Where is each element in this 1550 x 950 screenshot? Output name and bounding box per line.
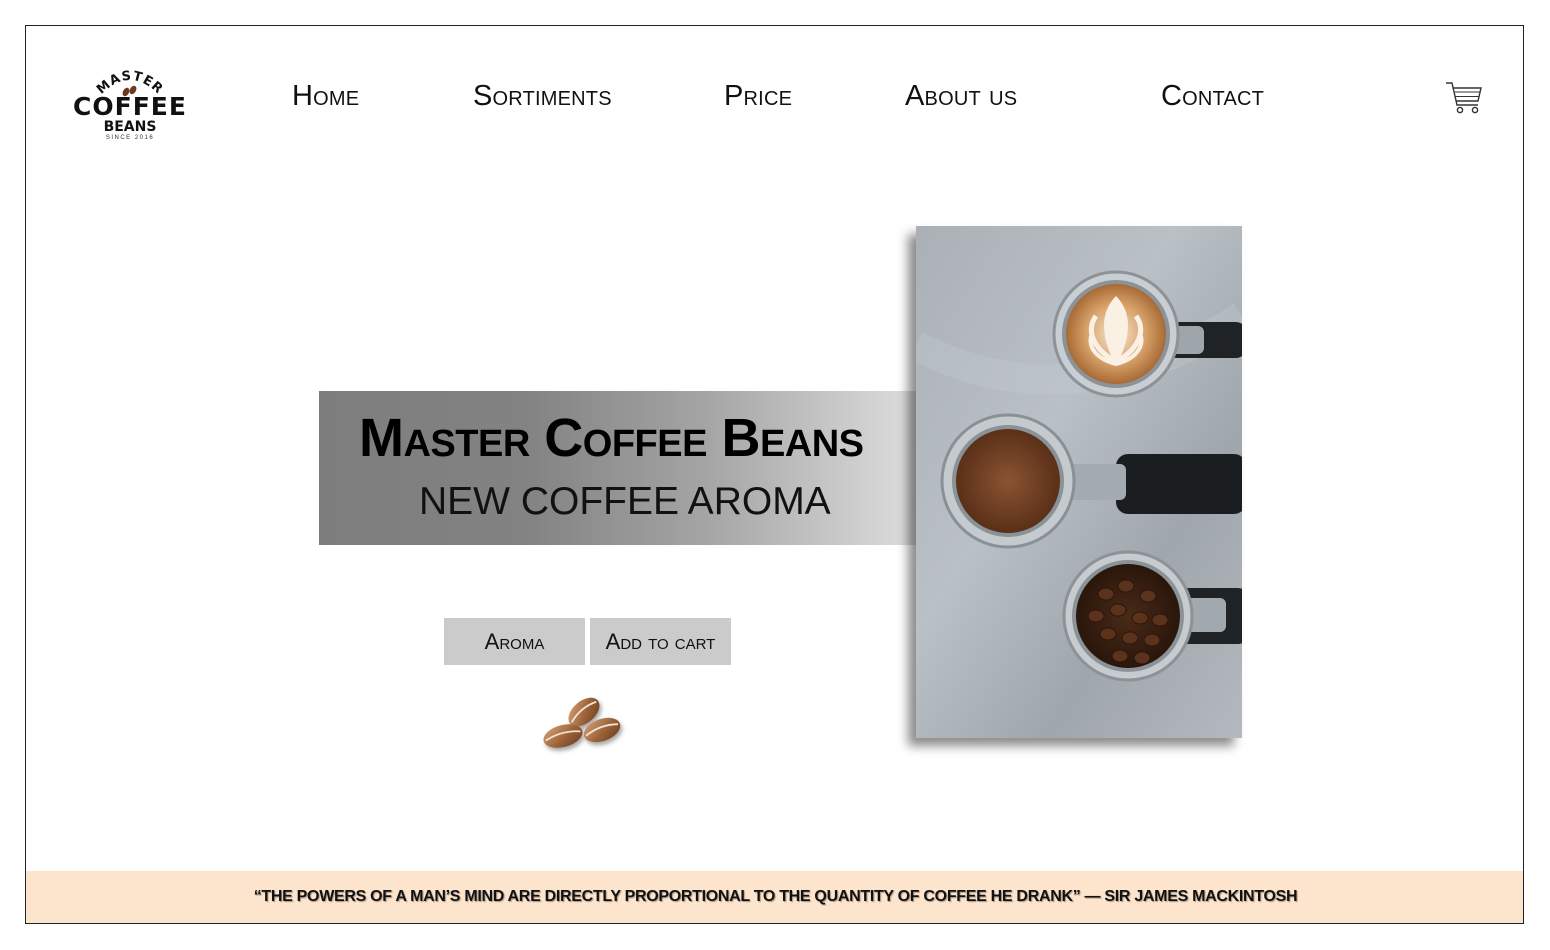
- aroma-button[interactable]: Aroma: [444, 618, 585, 665]
- hero-subtitle: NEW COFFEE AROMA: [419, 480, 831, 523]
- nav-price[interactable]: Price: [724, 79, 792, 113]
- nav-contact[interactable]: Contact: [1161, 79, 1264, 113]
- brand-logo[interactable]: MASTER COFFEE BEANS SINCE 2016: [64, 62, 196, 146]
- hero-banner: Master Coffee Beans NEW COFFEE AROMA: [319, 391, 917, 545]
- page-frame: MASTER COFFEE BEANS SINCE 2016 Home Sort…: [25, 25, 1524, 924]
- logo-sub: BEANS: [103, 119, 157, 135]
- nav-about-us[interactable]: About us: [905, 79, 1017, 113]
- nav-sortiments[interactable]: Sortiments: [473, 79, 612, 113]
- coffee-beans-icon: [543, 697, 621, 748]
- footer-quote-bar: “THE POWERS OF A MAN’S MIND ARE DIRECTLY…: [26, 871, 1523, 923]
- nav-home[interactable]: Home: [292, 79, 359, 113]
- footer-quote: “THE POWERS OF A MAN’S MIND ARE DIRECTLY…: [253, 888, 1298, 905]
- logo-since: SINCE 2016: [105, 135, 155, 141]
- hero-title: Master Coffee Beans: [359, 408, 864, 468]
- coffee-photo: [916, 226, 1242, 738]
- shopping-cart-icon[interactable]: [1444, 78, 1484, 116]
- logo-name: COFFEE: [73, 92, 187, 121]
- add-to-cart-button[interactable]: Add to cart: [590, 618, 731, 665]
